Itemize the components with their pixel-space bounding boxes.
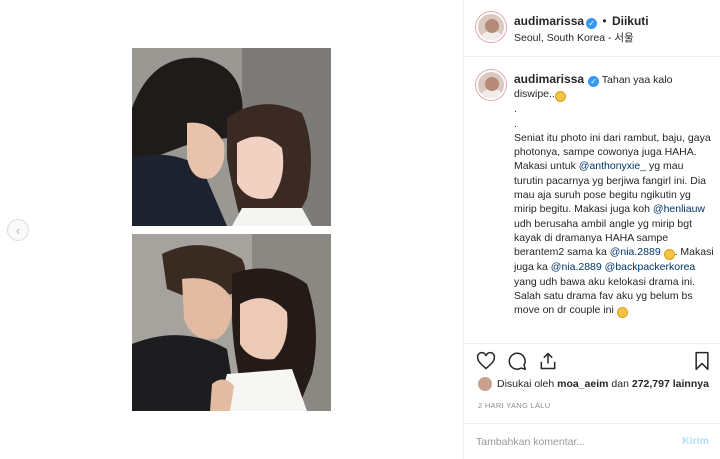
post-location[interactable]: Seoul, South Korea - 서울 (514, 30, 634, 45)
laughing-emoji-icon: x (616, 307, 628, 319)
post-side-panel: audimarissa ✓ • Diikuti Seoul, South Kore… (463, 0, 720, 459)
separator-dot: • (602, 14, 607, 28)
laughing-emoji-icon: x (554, 91, 566, 103)
share-icon[interactable] (538, 351, 558, 371)
comment-input[interactable] (476, 433, 666, 451)
previous-post-button[interactable]: ‹ (7, 219, 29, 241)
verified-badge-icon: ✓ (586, 18, 598, 29)
author-username[interactable]: audimarissa (514, 14, 584, 28)
comment-bubble-icon[interactable] (507, 351, 527, 371)
bookmark-icon[interactable] (692, 351, 712, 371)
post-photo-bottom[interactable] (132, 234, 331, 411)
caption-text: audimarissa✓ Tahan yaa kalo diswipe..x .… (514, 72, 714, 319)
post-header: audimarissa ✓ • Diikuti Seoul, South Kore… (464, 0, 720, 57)
comment-box: Kirim (464, 423, 720, 459)
mention-link[interactable]: @nia.2889 (610, 246, 661, 258)
following-button[interactable]: Diikuti (612, 14, 649, 28)
mention-link[interactable]: @nia.2889 (551, 261, 602, 273)
mention-link[interactable]: @henliauw (653, 203, 705, 215)
author-avatar[interactable] (476, 12, 506, 42)
photo-recreation-image (132, 234, 331, 411)
verified-badge-icon: ✓ (588, 76, 600, 87)
caption-author-avatar[interactable] (476, 70, 506, 100)
post-media-area: ‹ (0, 0, 463, 459)
likes-middle: dan (611, 378, 629, 390)
action-bar (464, 343, 720, 373)
liker-avatar (478, 377, 492, 391)
mention-link[interactable]: @anthonyxie_ (579, 160, 646, 172)
caption-username[interactable]: audimarissa (514, 72, 584, 86)
laughing-emoji-icon: x (663, 249, 675, 261)
chevron-left-icon: ‹ (15, 222, 21, 238)
author-line: audimarissa ✓ • Diikuti (514, 14, 649, 29)
post-timestamp[interactable]: 2 HARI YANG LALU (478, 401, 550, 410)
likes-summary: Disukai oleh moa_aeim dan 272,797 lainny… (478, 377, 709, 391)
post-photo-top[interactable] (132, 48, 331, 226)
photo-couple-drama-image (132, 48, 331, 226)
likes-prefix: Disukai oleh (497, 378, 555, 390)
post-comment-button[interactable]: Kirim (682, 435, 709, 447)
caption-area: audimarissa✓ Tahan yaa kalo diswipe..x .… (464, 58, 720, 343)
liker-username[interactable]: moa_aeim (557, 378, 608, 390)
heart-icon[interactable] (476, 351, 496, 371)
likes-count[interactable]: 272,797 lainnya (632, 378, 709, 390)
mention-link[interactable]: @backpackerkorea (605, 261, 696, 273)
